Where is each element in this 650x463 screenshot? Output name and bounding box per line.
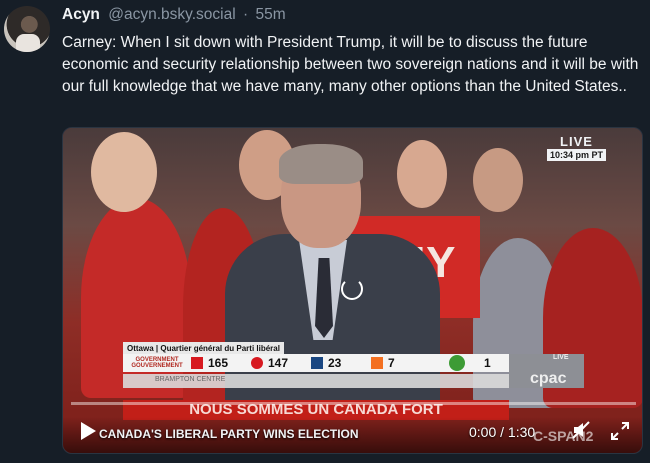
video-caption: CANADA'S LIBERAL PARTY WINS ELECTION — [99, 427, 359, 441]
cpac-live-label: LIVE — [553, 354, 569, 361]
result-bloc: 23 — [311, 356, 371, 370]
video-player[interactable]: NEY DA LIVE 10:34 pm PT Ottawa | Quartie… — [62, 127, 643, 454]
progress-bar[interactable] — [71, 402, 636, 405]
fullscreen-icon[interactable] — [611, 422, 629, 440]
crowd-face — [91, 132, 157, 212]
speaker-hair — [279, 144, 363, 184]
result-ndp: 7 — [371, 356, 431, 370]
result-value: 1 — [484, 356, 491, 370]
author-name[interactable]: Acyn — [62, 6, 100, 23]
post-time[interactable]: 55m — [255, 6, 285, 23]
live-time: 10:34 pm PT — [546, 149, 606, 161]
bloc-icon — [311, 357, 323, 369]
result-value: 165 — [208, 356, 229, 370]
riding-name: BRAMPTON CENTRE — [155, 376, 226, 383]
result-liberal: 165 — [191, 356, 251, 370]
result-green: 1 — [449, 355, 509, 371]
result-value: 147 — [268, 356, 289, 370]
live-badge: LIVE 10:34 pm PT — [546, 134, 606, 161]
live-label: LIVE — [560, 134, 593, 149]
post-text: Carney: When I sit down with President T… — [62, 34, 639, 95]
green-party-icon — [449, 355, 465, 371]
muted-speaker-icon[interactable] — [571, 420, 591, 440]
result-conservative: 147 — [251, 356, 311, 370]
result-value: 23 — [328, 356, 342, 370]
timecode: 0:00 / 1:30 — [469, 424, 536, 440]
crowd-face — [473, 148, 523, 212]
crowd-face — [397, 140, 447, 208]
election-results: GOVERNMENT GOUVERNEMENT 165 147 23 7 1 — [123, 354, 509, 372]
cpac-logo: cpac — [530, 370, 567, 387]
avatar[interactable] — [4, 6, 50, 52]
maple-leaf-icon — [191, 357, 203, 369]
gov-label: GOVERNMENT GOUVERNEMENT — [131, 357, 183, 369]
loading-spinner-icon — [341, 278, 363, 300]
ndp-icon — [371, 357, 383, 369]
author-handle[interactable]: @acyn.bsky.social — [108, 6, 235, 23]
conservative-c-icon — [251, 357, 263, 369]
result-value: 7 — [388, 356, 395, 370]
separator: · — [242, 6, 249, 23]
play-icon[interactable] — [81, 422, 96, 440]
post-header: Acyn @acyn.bsky.social · 55m — [62, 6, 286, 24]
